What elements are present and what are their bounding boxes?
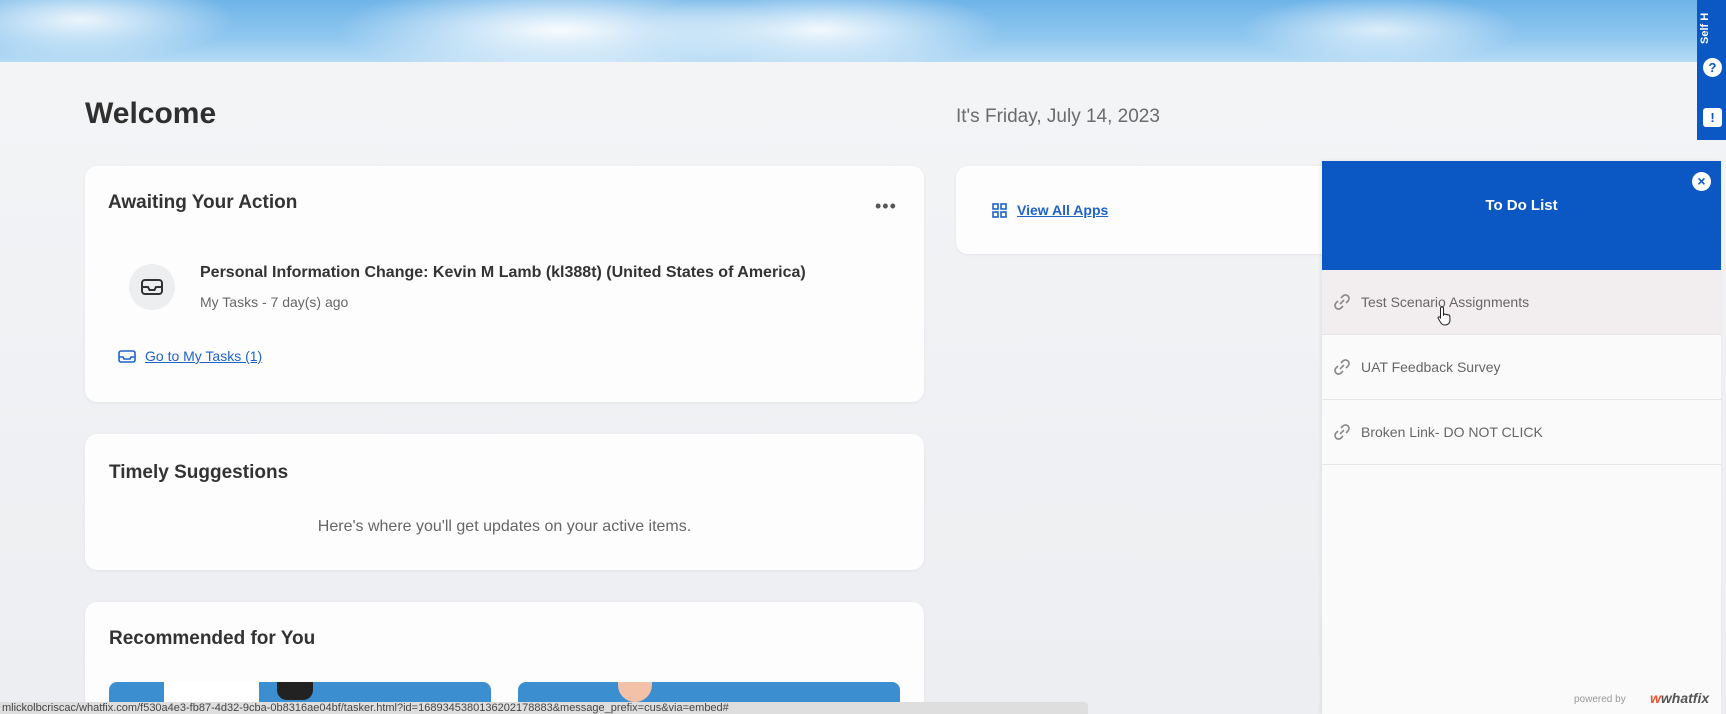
todo-item-broken-link[interactable]: Broken Link- DO NOT CLICK — [1322, 400, 1721, 465]
more-options-icon[interactable]: ••• — [875, 196, 897, 217]
whatfix-logo-text: whatfix — [1660, 690, 1710, 706]
go-to-my-tasks-label[interactable]: Go to My Tasks (1) — [145, 348, 262, 364]
whatfix-logo[interactable]: wwhatfix — [1650, 690, 1709, 706]
link-icon — [1334, 424, 1350, 440]
link-icon — [1334, 359, 1350, 375]
timely-suggestions-card: Timely Suggestions Here's where you'll g… — [85, 434, 924, 570]
help-icon[interactable]: ? — [1703, 58, 1722, 77]
todo-header: To Do List × — [1322, 161, 1721, 270]
grid-icon — [992, 202, 1007, 218]
page-title: Welcome — [85, 97, 217, 130]
awaiting-action-title: Awaiting Your Action — [108, 192, 298, 213]
inbox-icon — [129, 264, 175, 310]
timely-suggestions-message: Here's where you'll get updates on your … — [317, 518, 692, 535]
self-help-rail[interactable]: Self H ? ! — [1697, 0, 1726, 140]
sky-banner — [0, 0, 1726, 62]
todo-panel: To Do List × Test Scenario Assignments U… — [1322, 161, 1721, 714]
recommended-card: Recommended for You — [85, 602, 924, 714]
todo-title: To Do List — [1485, 197, 1558, 214]
message-icon[interactable]: ! — [1703, 108, 1722, 127]
recommended-title: Recommended for You — [109, 628, 316, 649]
todo-item-label[interactable]: UAT Feedback Survey — [1361, 359, 1501, 375]
self-help-label[interactable]: Self H — [1699, 4, 1723, 44]
recommended-tile-graphic — [277, 682, 313, 700]
task-subtitle: My Tasks - 7 day(s) ago — [200, 294, 349, 310]
view-all-apps-link[interactable]: View All Apps — [992, 202, 1108, 218]
todo-item-label[interactable]: Broken Link- DO NOT CLICK — [1361, 424, 1543, 440]
apps-card: View All Apps — [956, 166, 1336, 254]
link-icon — [1334, 294, 1350, 310]
whatfix-logo-mark: w — [1650, 690, 1661, 706]
recommended-tile-image — [164, 682, 259, 702]
powered-by-label: powered by — [1574, 694, 1626, 705]
hand-cursor-icon — [1437, 306, 1451, 326]
recommended-tile-graphic — [618, 682, 652, 702]
tray-icon — [118, 349, 136, 363]
view-all-apps-label[interactable]: View All Apps — [1017, 202, 1108, 218]
status-bar-url: mlickolbcriscac/whatfix.com/f530a4e3-fb8… — [0, 702, 1088, 714]
todo-item-uat-feedback[interactable]: UAT Feedback Survey — [1322, 335, 1721, 400]
task-title-link[interactable]: Personal Information Change: Kevin M Lam… — [200, 264, 806, 282]
timely-suggestions-title: Timely Suggestions — [109, 462, 289, 483]
todo-item-test-scenario[interactable]: Test Scenario Assignments — [1322, 270, 1721, 335]
close-icon[interactable]: × — [1692, 172, 1711, 191]
go-to-my-tasks-link[interactable]: Go to My Tasks (1) — [118, 348, 262, 364]
awaiting-action-card: Awaiting Your Action ••• Personal Inform… — [85, 166, 924, 402]
date-label: It's Friday, July 14, 2023 — [956, 106, 1160, 127]
